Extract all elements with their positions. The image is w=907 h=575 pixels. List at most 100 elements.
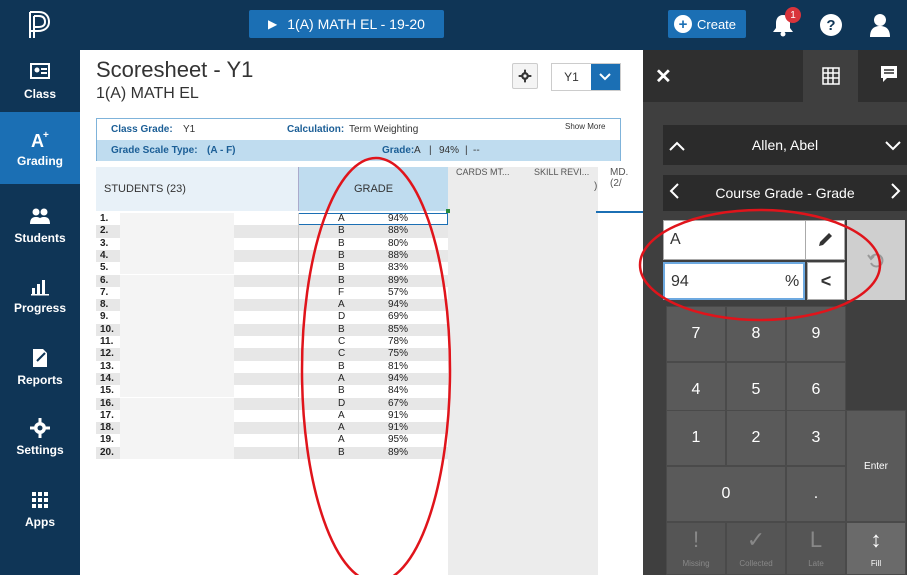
- powerschool-logo[interactable]: [0, 0, 80, 50]
- table-row[interactable]: 14. A 94%: [96, 372, 448, 386]
- help-icon[interactable]: ?: [820, 14, 842, 36]
- key-1[interactable]: 1: [666, 410, 726, 466]
- section-selector-button[interactable]: ▶ 1(A) MATH EL - 19-20: [249, 10, 444, 38]
- late-button[interactable]: L Late: [786, 522, 846, 575]
- student-name-redacted[interactable]: [120, 446, 234, 459]
- sidebar-item-settings[interactable]: Settings: [0, 406, 80, 468]
- user-icon[interactable]: [868, 12, 892, 38]
- grade-percent-input[interactable]: 94 %: [663, 262, 805, 300]
- grade-percent-cell[interactable]: 91%: [388, 410, 408, 421]
- term-select[interactable]: Y1: [551, 63, 621, 91]
- table-row[interactable]: 9. D 69%: [96, 311, 448, 324]
- student-name-redacted[interactable]: [120, 422, 234, 435]
- table-row[interactable]: 4. B 88%: [96, 249, 448, 263]
- grade-percent-cell[interactable]: 69%: [388, 311, 408, 322]
- student-name-redacted[interactable]: [120, 299, 234, 312]
- chevron-left-icon[interactable]: [669, 182, 679, 205]
- grade-percent-cell[interactable]: 83%: [388, 262, 408, 273]
- grade-percent-cell[interactable]: 67%: [388, 398, 408, 409]
- comment-icon[interactable]: [879, 64, 899, 84]
- key-3[interactable]: 3: [786, 410, 846, 466]
- grade-percent-cell[interactable]: 84%: [388, 385, 408, 396]
- grade-percent-cell[interactable]: 94%: [388, 373, 408, 384]
- table-row[interactable]: 2. B 88%: [96, 225, 448, 238]
- grade-letter-cell[interactable]: A: [338, 422, 345, 433]
- grade-letter-cell[interactable]: A: [338, 213, 345, 224]
- students-column-header[interactable]: STUDENTS (23): [96, 167, 298, 211]
- collected-button[interactable]: ✓ Collected: [726, 522, 786, 575]
- sidebar-item-apps[interactable]: Apps: [0, 478, 80, 540]
- student-name-redacted[interactable]: [120, 274, 234, 287]
- sidebar-item-progress[interactable]: Progress: [0, 264, 80, 326]
- undo-button[interactable]: [847, 220, 905, 300]
- key-8[interactable]: 8: [726, 306, 786, 362]
- grade-percent-cell[interactable]: 57%: [388, 287, 408, 298]
- grade-letter-cell[interactable]: B: [338, 275, 345, 286]
- grade-letter-cell[interactable]: B: [338, 361, 345, 372]
- table-row[interactable]: 15. B 84%: [96, 385, 448, 398]
- grade-column-header[interactable]: GRADE: [298, 167, 448, 211]
- table-row[interactable]: 11. C 78%: [96, 336, 448, 349]
- grade-percent-cell[interactable]: 88%: [388, 225, 408, 236]
- student-name-redacted[interactable]: [120, 249, 234, 263]
- chevron-right-icon[interactable]: [891, 182, 901, 205]
- sidebar-item-students[interactable]: Students: [0, 194, 80, 256]
- grade-letter-cell[interactable]: A: [338, 410, 345, 421]
- grade-letter-cell[interactable]: A: [338, 299, 345, 310]
- grade-percent-cell[interactable]: 78%: [388, 336, 408, 347]
- table-row[interactable]: 20. B 89%: [96, 446, 448, 459]
- table-row[interactable]: 19. A 95%: [96, 434, 448, 447]
- create-button[interactable]: + Create: [668, 10, 746, 38]
- table-row[interactable]: 1. A 94%: [96, 213, 448, 226]
- grade-percent-cell[interactable]: 81%: [388, 361, 408, 372]
- grade-letter-cell[interactable]: B: [338, 225, 345, 236]
- grade-percent-cell[interactable]: 80%: [388, 238, 408, 249]
- grade-percent-cell[interactable]: 89%: [388, 447, 408, 458]
- chevron-up-icon[interactable]: [669, 134, 685, 157]
- table-row[interactable]: 16. D 67%: [96, 397, 448, 410]
- sidebar-item-grading[interactable]: A + Grading: [0, 112, 80, 184]
- show-more-link[interactable]: Show More: [565, 122, 605, 131]
- grade-letter-cell[interactable]: B: [338, 238, 345, 249]
- grade-percent-cell[interactable]: 89%: [388, 275, 408, 286]
- table-row[interactable]: 6. B 89%: [96, 274, 448, 287]
- grade-percent-cell[interactable]: 91%: [388, 422, 408, 433]
- grade-percent-cell[interactable]: 75%: [388, 348, 408, 359]
- student-name-redacted[interactable]: [120, 336, 234, 349]
- table-row[interactable]: 3. B 80%: [96, 237, 448, 250]
- grade-percent-cell[interactable]: 85%: [388, 324, 408, 335]
- key-decimal[interactable]: .: [786, 466, 846, 522]
- student-name-redacted[interactable]: [120, 262, 234, 275]
- assignment-column-header[interactable]: MD. (2/: [610, 167, 628, 189]
- table-row[interactable]: 12. C 75%: [96, 348, 448, 361]
- student-name-redacted[interactable]: [120, 434, 234, 447]
- student-name-redacted[interactable]: [120, 225, 234, 238]
- table-row[interactable]: 8. A 94%: [96, 299, 448, 312]
- fill-button[interactable]: ↕ Fill: [846, 522, 906, 575]
- grade-percent-cell[interactable]: 94%: [388, 299, 408, 310]
- grade-letter-cell[interactable]: A: [338, 373, 345, 384]
- grade-letter-cell[interactable]: B: [338, 250, 345, 261]
- grade-percent-cell[interactable]: 95%: [388, 434, 408, 445]
- student-name-redacted[interactable]: [120, 237, 234, 250]
- grade-letter-cell[interactable]: D: [338, 398, 345, 409]
- close-icon[interactable]: ✕: [655, 64, 672, 89]
- grade-percent-cell[interactable]: 88%: [388, 250, 408, 261]
- grade-percent-cell[interactable]: 94%: [388, 213, 408, 224]
- table-row[interactable]: 10. B 85%: [96, 323, 448, 336]
- key-2[interactable]: 2: [726, 410, 786, 466]
- student-name-redacted[interactable]: [120, 213, 234, 226]
- student-name-redacted[interactable]: [120, 323, 234, 336]
- table-row[interactable]: 7. F 57%: [96, 286, 448, 300]
- grade-letter-cell[interactable]: D: [338, 311, 345, 322]
- sidebar-item-reports[interactable]: Reports: [0, 336, 80, 398]
- grade-letter-cell[interactable]: B: [338, 324, 345, 335]
- enter-button[interactable]: Enter: [846, 410, 906, 522]
- assignment-column-header[interactable]: CARDS MT...: [456, 167, 510, 177]
- grade-letter-cell[interactable]: B: [338, 262, 345, 273]
- chevron-down-icon[interactable]: [885, 134, 901, 157]
- grade-letter-cell[interactable]: C: [338, 348, 345, 359]
- missing-button[interactable]: ! Missing: [666, 522, 726, 575]
- table-row[interactable]: 5. B 83%: [96, 262, 448, 275]
- backspace-button[interactable]: <: [807, 262, 845, 300]
